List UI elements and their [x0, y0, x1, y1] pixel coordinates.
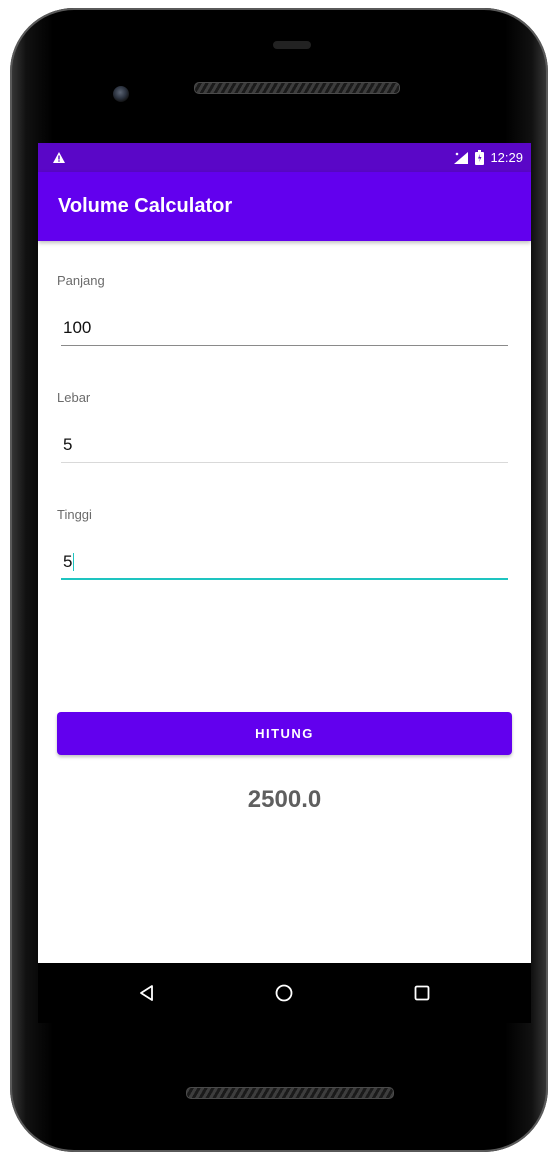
text-cursor: [73, 553, 74, 571]
height-input[interactable]: [61, 545, 508, 579]
length-underline: [61, 345, 508, 346]
app-bar: Volume Calculator: [38, 172, 531, 241]
back-triangle-icon[interactable]: [127, 973, 167, 1013]
system-navigation-bar: [38, 963, 531, 1023]
result-text: 2500.0: [247, 786, 322, 813]
status-indicators: 12:29: [453, 150, 523, 165]
warning-icon: [52, 151, 66, 164]
clock: 12:29: [490, 150, 523, 165]
width-underline: [61, 462, 508, 463]
recents-square-icon[interactable]: [402, 973, 442, 1013]
calculate-button[interactable]: HITUNG: [57, 712, 512, 755]
home-circle-icon[interactable]: [264, 973, 304, 1013]
top-speaker-grille: [194, 82, 400, 94]
app-title: Volume Calculator: [58, 195, 233, 217]
app-screen: 12:29 Volume Calculator Panjang Lebar Ti…: [38, 143, 531, 963]
length-input[interactable]: [61, 311, 508, 345]
earpiece: [273, 41, 311, 49]
battery-icon: [475, 150, 485, 165]
signal-icon: [453, 151, 469, 165]
status-bar: 12:29: [38, 143, 531, 172]
height-underline-focused: [61, 578, 508, 580]
length-label: Panjang: [57, 273, 105, 288]
front-camera: [113, 86, 129, 102]
width-input[interactable]: [61, 428, 508, 462]
height-label: Tinggi: [57, 507, 92, 522]
width-label: Lebar: [57, 390, 91, 405]
bottom-speaker-grille: [186, 1087, 394, 1099]
